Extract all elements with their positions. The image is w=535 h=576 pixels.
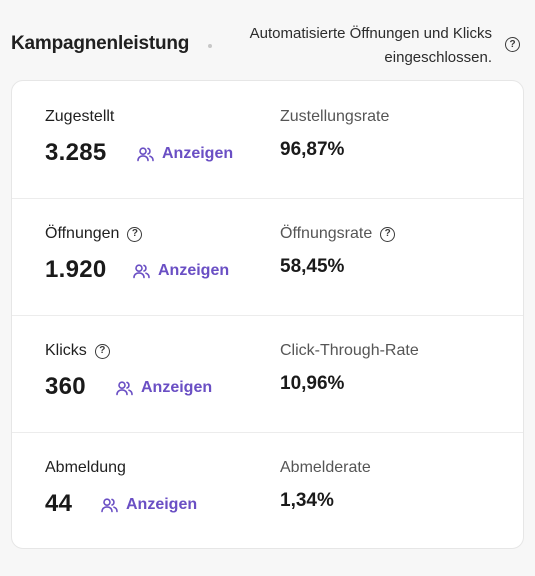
question-circle-icon[interactable]: ?	[127, 226, 143, 242]
rate-label-text: Click-Through-Rate	[280, 342, 419, 359]
users-icon	[137, 146, 154, 161]
metric-label-text: Zugestellt	[45, 108, 115, 125]
users-icon	[116, 380, 133, 395]
show-recipients-link[interactable]: Anzeigen	[133, 262, 229, 280]
automation-note: Automatisierte Öffnungen und Klicks eing…	[249, 25, 492, 66]
rate-label-text: Öffnungsrate	[280, 225, 373, 242]
rate-label: Click-Through-Rate	[280, 342, 419, 360]
metric-label-text: Klicks	[45, 342, 87, 359]
users-icon	[101, 497, 118, 512]
rate-value: 96,87%	[280, 139, 345, 160]
metric-row-clicks: Klicks ? 360 Anzeigen Click-Through-Rate…	[12, 315, 523, 432]
rate-value: 1,34%	[280, 490, 334, 511]
metric-label-text: Abmeldung	[45, 459, 126, 476]
metric-value: 3.285	[45, 139, 107, 166]
rate-label-text: Abmelderate	[280, 459, 371, 476]
metrics-card: Zugestellt 3.285 Anzeigen Zustellungsrat…	[11, 80, 524, 549]
show-recipients-link[interactable]: Anzeigen	[101, 496, 197, 514]
show-link-label: Anzeigen	[158, 262, 230, 279]
question-circle-icon[interactable]: ?	[505, 37, 520, 52]
rate-value: 58,45%	[280, 256, 345, 277]
show-link-label: Anzeigen	[141, 379, 213, 396]
metric-label: Zugestellt	[45, 108, 114, 126]
metric-value: 360	[45, 373, 86, 400]
metric-row-unsubscribes: Abmeldung 44 Anzeigen Abmelderate 1,34%	[12, 432, 523, 548]
show-recipients-link[interactable]: Anzeigen	[116, 379, 212, 397]
question-circle-icon[interactable]: ?	[380, 226, 396, 242]
users-icon	[133, 263, 150, 278]
rate-label: Öffnungsrate ?	[280, 225, 396, 243]
rate-label: Zustellungsrate	[280, 108, 389, 126]
page-title: Kampagnenleistung	[11, 33, 190, 54]
show-recipients-link[interactable]: Anzeigen	[137, 145, 233, 163]
page-header: Kampagnenleistung Automatisierte Öffnung…	[0, 0, 535, 80]
metric-label: Abmeldung	[45, 459, 126, 477]
rate-value: 10,96%	[280, 373, 345, 394]
metric-value: 1.920	[45, 256, 107, 283]
metric-row-delivered: Zugestellt 3.285 Anzeigen Zustellungsrat…	[12, 81, 523, 198]
title-dot-decoration	[208, 44, 212, 48]
metric-label: Öffnungen ?	[45, 225, 143, 243]
metric-label: Klicks ?	[45, 342, 110, 360]
show-link-label: Anzeigen	[162, 145, 234, 162]
show-link-label: Anzeigen	[126, 496, 198, 513]
metric-label-text: Öffnungen	[45, 225, 120, 242]
metric-row-opens: Öffnungen ? 1.920 Anzeigen Öffnungsrate …	[12, 198, 523, 315]
question-circle-icon[interactable]: ?	[94, 343, 110, 359]
metric-value: 44	[45, 490, 73, 517]
rate-label-text: Zustellungsrate	[280, 108, 390, 125]
rate-label: Abmelderate	[280, 459, 371, 477]
